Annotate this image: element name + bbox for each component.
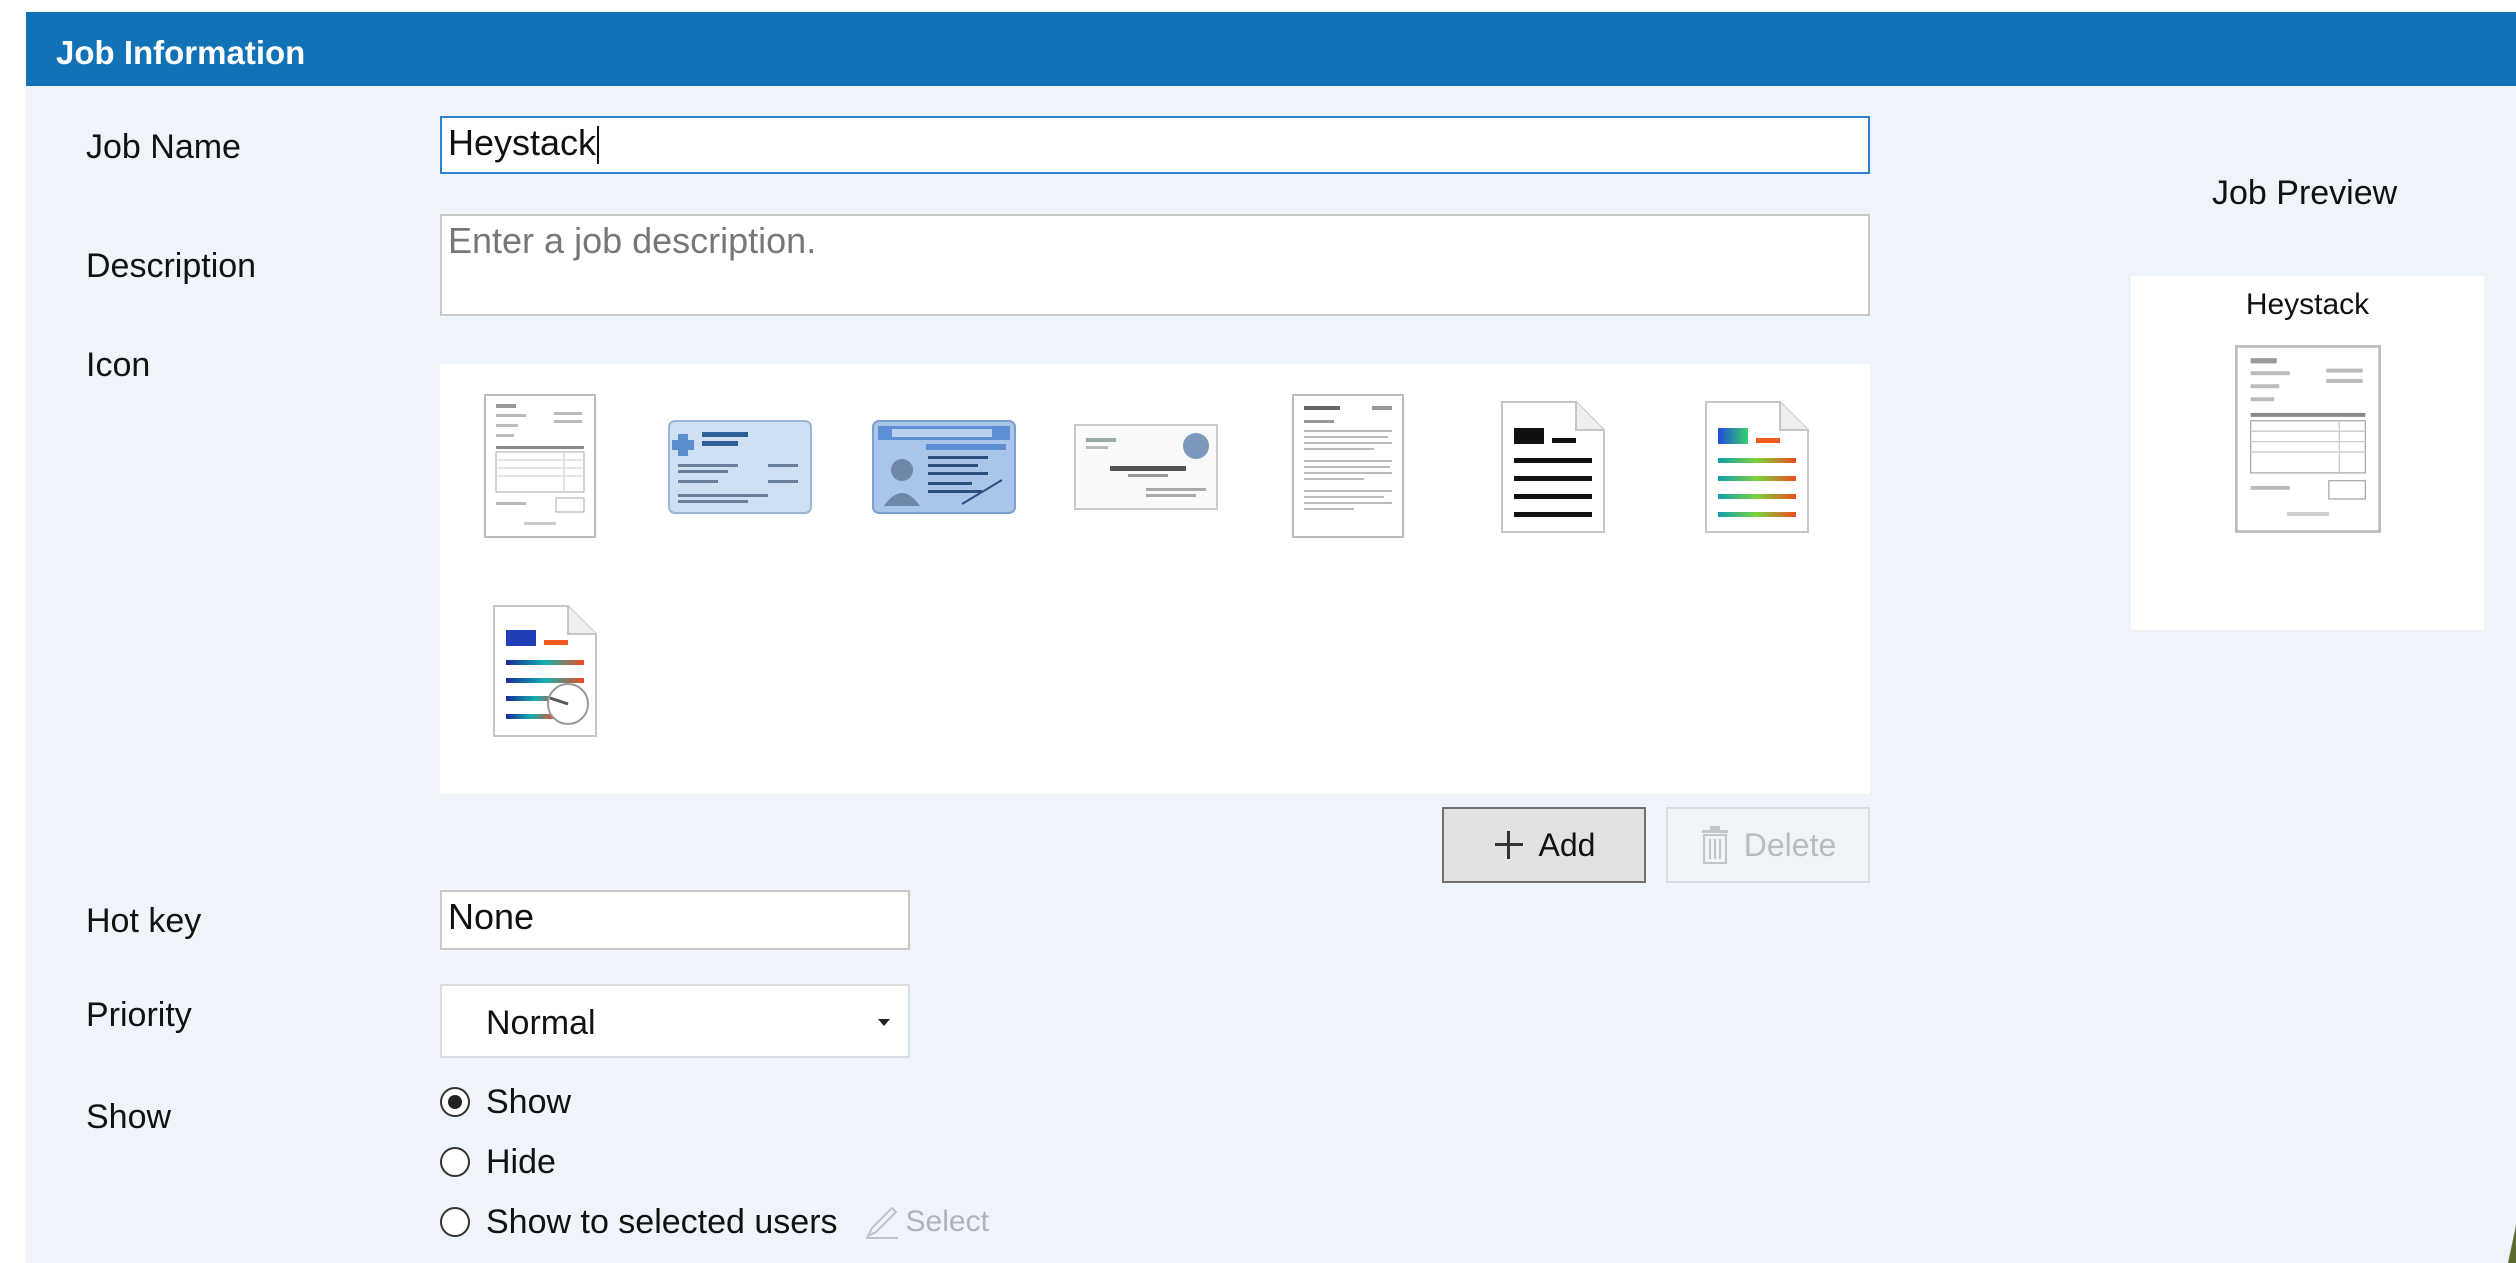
priority-dropdown[interactable]: Normal <box>440 984 910 1058</box>
invoice-document-icon[interactable] <box>484 394 596 538</box>
select-users-button[interactable]: Select <box>864 1204 989 1240</box>
text-document-icon[interactable] <box>1292 394 1404 538</box>
caret-down-icon <box>878 1019 890 1026</box>
hotkey-value: None <box>448 896 535 937</box>
plus-icon <box>1494 831 1523 859</box>
business-card-icon[interactable] <box>1074 424 1218 510</box>
job-preview-title: Job Preview <box>2212 174 2398 212</box>
show-label: Show <box>86 1098 172 1136</box>
panel-title: Job Information <box>56 34 306 71</box>
radio-show-label: Show <box>486 1082 572 1121</box>
select-users-label: Select <box>905 1205 989 1238</box>
radio-show[interactable] <box>440 1087 470 1117</box>
job-preview-card: Heystack <box>2131 276 2484 630</box>
description-input[interactable]: Enter a job description. <box>440 214 1870 316</box>
delete-button-label: Delete <box>1743 826 1837 863</box>
driver-license-icon[interactable] <box>872 420 1016 514</box>
hotkey-label: Hot key <box>86 902 202 940</box>
priority-value: Normal <box>486 1004 596 1042</box>
trash-icon <box>1701 826 1728 864</box>
add-button-label: Add <box>1538 826 1596 863</box>
description-label: Description <box>86 247 257 285</box>
color-text-page-icon[interactable] <box>1702 398 1812 536</box>
radio-show-selected-users-label: Show to selected users <box>486 1202 838 1241</box>
radio-hide-label: Hide <box>486 1142 556 1181</box>
job-preview-name: Heystack <box>2245 288 2370 321</box>
insurance-card-icon[interactable] <box>668 420 812 514</box>
text-caret <box>597 126 600 165</box>
job-name-value: Heystack <box>448 122 597 163</box>
icon-gallery <box>440 364 1870 794</box>
description-placeholder: Enter a job description. <box>448 220 817 261</box>
black-text-page-icon[interactable] <box>1498 398 1608 536</box>
priority-label: Priority <box>86 996 192 1034</box>
add-icon-button[interactable]: Add <box>1442 807 1646 883</box>
hotkey-input[interactable]: None <box>440 890 910 950</box>
pencil-icon <box>865 1206 898 1239</box>
radio-show-selected-users[interactable] <box>440 1207 470 1237</box>
panel-header: Job Information <box>26 12 2516 86</box>
job-name-label: Job Name <box>86 128 241 166</box>
radio-hide[interactable] <box>440 1147 470 1177</box>
job-name-input[interactable]: Heystack <box>440 116 1870 174</box>
invoice-document-icon <box>2235 345 2381 533</box>
show-option-selected-users[interactable]: Show to selected users Select <box>440 1200 989 1244</box>
show-option-hide[interactable]: Hide <box>440 1140 556 1184</box>
icon-label: Icon <box>86 346 151 384</box>
job-information-panel: Job Information Job Name Heystack Descri… <box>26 12 2516 1263</box>
delete-icon-button[interactable]: Delete <box>1666 807 1870 883</box>
show-option-show[interactable]: Show <box>440 1080 571 1124</box>
color-scan-page-icon[interactable] <box>490 602 600 740</box>
